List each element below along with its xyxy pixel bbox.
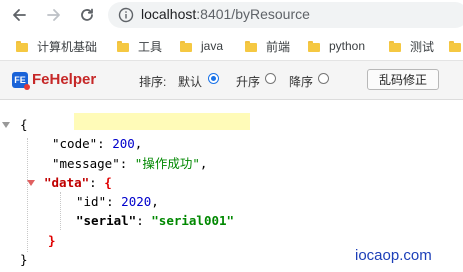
json-line-data: "data": { bbox=[44, 174, 112, 192]
fehelper-logo-icon: FE bbox=[12, 72, 30, 90]
sort-default-radio[interactable] bbox=[208, 73, 219, 84]
json-comma: , bbox=[151, 194, 159, 209]
json-viewer: { "code": 200, "message": "操作成功", "data"… bbox=[0, 100, 463, 272]
sort-option-default-label[interactable]: 默认 bbox=[178, 73, 202, 90]
fehelper-toolbar: FE FeHelper 排序: 默认 升序 降序 乱码修正 bbox=[0, 61, 463, 100]
json-line: } bbox=[48, 232, 56, 250]
json-open-brace: { bbox=[104, 175, 112, 190]
indent-guide bbox=[27, 138, 29, 252]
fehelper-title: FeHelper bbox=[32, 71, 97, 88]
bookmark-item[interactable]: 测试 bbox=[389, 38, 434, 54]
json-comma: , bbox=[199, 156, 208, 171]
indent-guide bbox=[60, 192, 62, 230]
arrow-right-icon bbox=[47, 9, 60, 21]
bookmark-item[interactable]: 计算机基础 bbox=[16, 38, 97, 54]
back-button[interactable] bbox=[8, 4, 30, 26]
json-string: "serial001" bbox=[151, 213, 235, 228]
collapse-toggle-icon[interactable] bbox=[2, 122, 10, 128]
reload-button[interactable] bbox=[76, 4, 98, 26]
sort-option-asc-label[interactable]: 升序 bbox=[236, 73, 260, 90]
folder-icon bbox=[180, 40, 192, 52]
json-line-code: "code": 200, bbox=[52, 135, 142, 153]
bookmark-label: 工具 bbox=[138, 39, 163, 54]
json-colon: : bbox=[106, 194, 122, 209]
folder-icon bbox=[449, 40, 461, 52]
json-open-brace: { bbox=[20, 117, 28, 132]
bookmarks-bar: 计算机基础 工具 java 前端 python 测试 bbox=[0, 31, 463, 61]
json-number: 2020 bbox=[121, 194, 152, 209]
sort-label: 排序: bbox=[139, 75, 167, 89]
url-host: localhost bbox=[141, 6, 197, 22]
json-colon: : bbox=[136, 213, 152, 228]
folder-icon bbox=[117, 40, 129, 52]
folder-icon bbox=[389, 40, 401, 52]
collapse-toggle-icon[interactable] bbox=[27, 180, 35, 186]
sort-desc-radio[interactable] bbox=[318, 73, 329, 84]
url-text: localhost:8401/byResource bbox=[141, 6, 310, 22]
json-comma: , bbox=[134, 136, 143, 151]
json-line-serial: "serial": "serial001" bbox=[76, 212, 234, 230]
bookmark-label: 前端 bbox=[266, 39, 291, 54]
reload-icon bbox=[81, 8, 93, 21]
bookmark-item[interactable]: python bbox=[308, 38, 365, 54]
json-colon: : bbox=[89, 175, 105, 190]
bookmark-label: python bbox=[329, 39, 366, 53]
info-icon[interactable] bbox=[118, 7, 134, 23]
json-string: "操作成功" bbox=[134, 156, 200, 171]
json-colon: : bbox=[97, 136, 113, 151]
bookmark-item[interactable]: 前端 bbox=[245, 38, 290, 54]
json-line-id: "id": 2020, bbox=[76, 193, 159, 211]
bookmark-label: 计算机基础 bbox=[37, 39, 98, 54]
json-key: "data" bbox=[44, 175, 90, 190]
json-close-brace: } bbox=[20, 252, 28, 267]
forward-button[interactable] bbox=[43, 4, 65, 26]
bookmark-item[interactable] bbox=[449, 38, 463, 54]
url-path: :8401/byResource bbox=[196, 6, 310, 22]
folder-icon bbox=[245, 40, 257, 52]
highlighted-line bbox=[74, 113, 250, 130]
json-key: "serial" bbox=[76, 213, 137, 228]
json-colon: : bbox=[119, 156, 135, 171]
bookmark-item[interactable]: java bbox=[180, 38, 223, 54]
sort-option-desc-label[interactable]: 降序 bbox=[289, 73, 313, 90]
json-close-brace: } bbox=[48, 233, 56, 248]
folder-icon bbox=[308, 40, 320, 52]
watermark-text: iocaop.com bbox=[355, 247, 432, 264]
browser-toolbar: localhost:8401/byResource bbox=[0, 0, 463, 31]
json-key: "code" bbox=[52, 136, 98, 151]
bookmark-label: 测试 bbox=[410, 39, 435, 54]
json-key: "message" bbox=[52, 156, 120, 171]
bookmark-label: java bbox=[201, 39, 224, 53]
address-bar[interactable]: localhost:8401/byResource bbox=[108, 2, 463, 28]
folder-icon bbox=[16, 40, 28, 52]
json-key: "id" bbox=[76, 194, 107, 209]
json-line: } bbox=[20, 251, 28, 269]
json-number: 200 bbox=[112, 136, 135, 151]
fix-encoding-button[interactable]: 乱码修正 bbox=[367, 69, 439, 90]
json-line: { bbox=[20, 116, 28, 134]
sort-asc-radio[interactable] bbox=[265, 73, 276, 84]
json-line-message: "message": "操作成功", bbox=[52, 155, 207, 173]
arrow-left-icon bbox=[13, 9, 26, 21]
bookmark-item[interactable]: 工具 bbox=[117, 38, 162, 54]
